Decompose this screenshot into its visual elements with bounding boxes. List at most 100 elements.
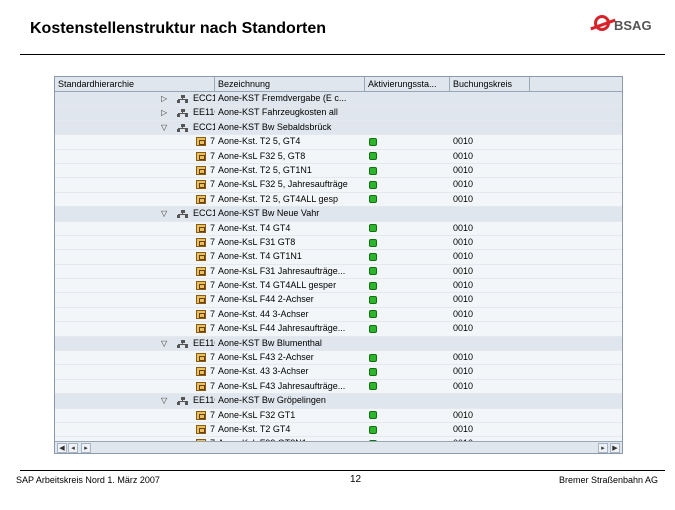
collapse-node-icon[interactable]: ▽ xyxy=(161,207,167,220)
hierarchy-node-icon xyxy=(177,95,189,103)
cost-center-code: 7430-LK xyxy=(210,380,215,391)
cost-center-row[interactable]: 743 F3AAone-Kst. 43 3-Achser 0010 xyxy=(55,365,622,380)
green-status-icon xyxy=(369,382,377,391)
cost-center-icon xyxy=(196,252,206,262)
cost-center-row[interactable]: 7J5 FO14Aone-Kst. T2 5, GT4 0010 xyxy=(55,135,622,150)
expand-node-icon[interactable]: ▷ xyxy=(161,106,167,119)
hierarchy-group-row[interactable]: ▷ EE110-A10Aone-KST Fahrzeugkosten all xyxy=(55,106,622,121)
cost-center-row[interactable]: 7350-GT8Aone-KsL F32 5, GT8 0010 xyxy=(55,150,622,164)
hierarchy-grid: Standardhierarchie Bezeichnung Aktivieru… xyxy=(54,76,623,454)
description-cell: Aone-KST Bw Sebaldsbrück xyxy=(218,121,332,132)
hierarchy-code: EE110-A2 xyxy=(193,395,215,406)
hierarchy-cell: 7440-LK xyxy=(55,322,215,335)
footer-company: Bremer Straßenbahn AG xyxy=(558,475,658,485)
cost-center-icon xyxy=(196,381,206,391)
cost-center-row[interactable]: 744 F4AAone-Kst. 44 3-Achser 0010 xyxy=(55,308,622,323)
cost-center-row[interactable]: 7350-LSAone-KsL F32 5, Jahresaufträge 001… xyxy=(55,178,622,193)
cost-center-code: 7350-LS xyxy=(210,179,215,190)
cost-center-row[interactable]: 7J4 FOTIN1Aone-Kst. T4 GT1N1 0010 xyxy=(55,250,622,265)
hierarchy-group-row[interactable]: ▽ ECC10-A5Aone-KST Bw Sebaldsbrück xyxy=(55,120,622,136)
cost-center-row[interactable]: 7440-2AAone-KsL F44 2-Achser 0010 xyxy=(55,293,622,308)
collapse-node-icon[interactable]: ▽ xyxy=(161,394,167,407)
bottom-divider xyxy=(20,470,665,471)
company-code-cell xyxy=(450,106,530,119)
horizontal-scrollbar[interactable]: ◀ ◂ ▸ ▸ ▶ xyxy=(55,441,622,453)
grid-rows: ▷ECC10-A15Aone-KST Fremdvergabe (E c...▷… xyxy=(55,92,622,453)
description-cell: Aone-Kst. T4 GT4 xyxy=(218,222,291,233)
cost-center-row[interactable]: 7430-2AAone-KsL F43 2-Achser 0010 xyxy=(55,351,622,366)
hierarchy-group-row[interactable]: ▽ EE110-A2Aone-KST Bw Gröpelingen xyxy=(55,394,622,409)
green-status-icon xyxy=(369,368,377,377)
green-status-icon xyxy=(369,252,377,261)
activation-status-cell xyxy=(365,121,450,134)
cost-center-icon xyxy=(196,237,206,247)
description-cell: Aone-Kst. T2 5, GT1N1 xyxy=(218,164,312,175)
cost-center-row[interactable]: 7440-LKAone-KsL F44 Jahresaufträge... 001… xyxy=(55,322,622,337)
scroll-last-icon[interactable]: ▶ xyxy=(610,443,620,453)
scroll-left-icon[interactable]: ◂ xyxy=(68,443,78,453)
description-cell: Aone-KST Bw Gröpelingen xyxy=(218,395,326,406)
company-code-cell xyxy=(450,394,530,407)
activation-status-cell xyxy=(365,322,450,335)
cost-center-row[interactable]: 7J5 FOAone-Kst. T2 5, GT4ALL gesp 0010 xyxy=(55,193,622,208)
column-header-company-code[interactable]: Buchungskreis xyxy=(450,77,530,91)
description-cell: Aone-Kst. 43 3-Achser xyxy=(218,366,309,377)
hierarchy-group-row[interactable]: ▽ ECC10-A4Aone-KST Bw Neue Vahr xyxy=(55,207,622,222)
cost-center-code: 7J2 FO1 xyxy=(210,423,215,434)
hierarchy-cell: 7J4 FO14 xyxy=(55,222,215,235)
expand-node-icon[interactable]: ▷ xyxy=(161,92,167,105)
company-code-cell: 0010 xyxy=(453,150,474,161)
cost-center-icon xyxy=(196,137,206,147)
description-cell: Aone-KsL F44 2-Achser xyxy=(218,294,314,305)
hierarchy-cell: 7350-LS xyxy=(55,178,215,191)
hierarchy-code: ECC10-A5 xyxy=(193,121,215,132)
collapse-node-icon[interactable]: ▽ xyxy=(161,121,167,134)
company-code-cell xyxy=(450,337,530,350)
scroll-page-right-icon[interactable]: ▸ xyxy=(598,443,608,453)
company-code-cell: 0010 xyxy=(453,136,474,147)
cost-center-icon xyxy=(196,410,206,420)
activation-status-cell xyxy=(365,135,450,148)
cost-center-code: 7350-GT8 xyxy=(210,150,215,161)
column-header-description[interactable]: Bezeichnung xyxy=(215,77,365,91)
scroll-right-icon[interactable]: ▸ xyxy=(81,443,91,453)
hierarchy-group-row[interactable]: ▷ ECC10-A15Aone-KST Fremdvergabe (E c... xyxy=(55,92,622,107)
hierarchy-cell: ▷ EE110-A10 xyxy=(55,106,215,119)
cost-center-code: 7440-LK xyxy=(210,323,215,334)
slide-title: Kostenstellenstruktur nach Standorten xyxy=(30,20,327,37)
cost-center-code: 7440-2A xyxy=(210,294,215,305)
cost-center-row[interactable]: 7J5 FOTIN1Aone-Kst. T2 5, GT1N1 0010 xyxy=(55,164,622,179)
company-code-cell: 0010 xyxy=(453,265,474,276)
hierarchy-cell: 7J4 FOTIN1 xyxy=(55,250,215,263)
activation-status-cell xyxy=(365,265,450,278)
grid-header: Standardhierarchie Bezeichnung Aktivieru… xyxy=(55,77,622,92)
cost-center-code: 7J5 FOTIN1 xyxy=(210,164,215,175)
green-status-icon xyxy=(369,195,377,204)
cost-center-icon xyxy=(196,180,206,190)
collapse-node-icon[interactable]: ▽ xyxy=(161,337,167,350)
company-code-cell: 0010 xyxy=(453,423,474,434)
hierarchy-group-row[interactable]: ▽ EE110-A3Aone-KST Bw Blumenthal xyxy=(55,336,622,352)
cost-center-row[interactable]: 7430-LKAone-KsL F43 Jahresaufträge... 001… xyxy=(55,380,622,395)
description-cell: Aone-Kst. T2 5, GT4 xyxy=(218,136,301,147)
description-cell: Aone-KST Bw Neue Vahr xyxy=(218,208,320,219)
hierarchy-code: ECC10-A4 xyxy=(193,208,215,219)
hierarchy-code: EE110-A3 xyxy=(193,337,215,348)
company-code-cell: 0010 xyxy=(453,294,474,305)
cost-center-row[interactable]: 7340-GT8Aone-KsL F31 GT8 0010 xyxy=(55,236,622,251)
scroll-first-icon[interactable]: ◀ xyxy=(57,443,67,453)
company-code-cell: 0010 xyxy=(453,193,474,204)
column-header-activation-status[interactable]: Aktivierungssta... xyxy=(365,77,450,91)
cost-center-icon xyxy=(196,309,206,319)
activation-status-cell xyxy=(365,293,450,306)
hierarchy-cell: 7J5 FOTIN1 xyxy=(55,164,215,177)
cost-center-icon xyxy=(196,223,206,233)
cost-center-icon xyxy=(196,151,206,161)
column-header-hierarchy[interactable]: Standardhierarchie xyxy=(55,77,215,91)
cost-center-row[interactable]: 7J4 FOAone-Kst. T4 GT4ALL gesper 0010 xyxy=(55,279,622,294)
company-code-cell: 0010 xyxy=(453,179,474,190)
cost-center-row[interactable]: 7340-LSAone-KsL F31 Jahresaufträge... 001… xyxy=(55,265,622,280)
cost-center-row[interactable]: 7J2 FO1Aone-Kst. T2 GT4 0010 xyxy=(55,423,622,438)
cost-center-row[interactable]: 7320-GT1Aone-KsL F32 GT1 0010 xyxy=(55,409,622,423)
cost-center-row[interactable]: 7J4 FO14Aone-Kst. T4 GT4 0010 xyxy=(55,222,622,236)
